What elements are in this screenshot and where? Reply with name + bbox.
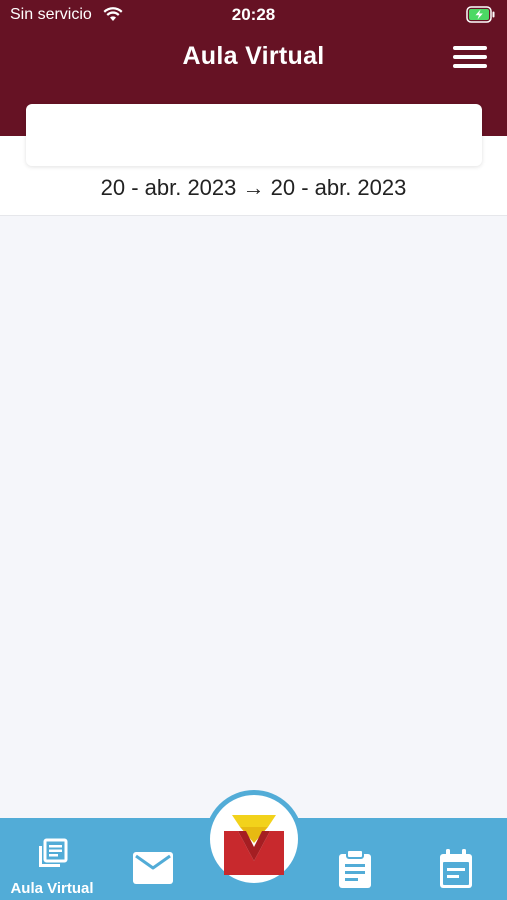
mail-icon[interactable] <box>132 851 174 885</box>
nav-item-label: Aula Virtual <box>10 880 94 897</box>
school-logo-icon <box>224 815 284 875</box>
clipboard-icon[interactable] <box>337 849 373 889</box>
hamburger-menu-icon[interactable] <box>453 45 487 71</box>
battery-charging-icon <box>466 6 496 23</box>
content-area <box>0 216 507 818</box>
calendar-icon[interactable] <box>438 849 474 889</box>
status-time: 20:28 <box>231 5 276 24</box>
status-bar: Sin servicio 20:28 <box>0 0 507 30</box>
nav-item-aula-virtual[interactable]: Aula Virtual <box>0 838 104 900</box>
library-books-icon <box>39 838 68 867</box>
page-title: Aula Virtual <box>182 42 325 70</box>
school-logo-button[interactable] <box>205 790 303 888</box>
date-range-label[interactable]: 20 - abr. 2023 → 20 - abr. 2023 <box>0 175 507 201</box>
search-field[interactable] <box>26 104 482 166</box>
